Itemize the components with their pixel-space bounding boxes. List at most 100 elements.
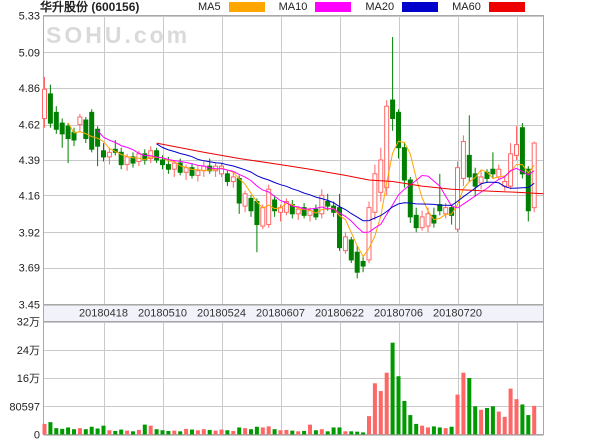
- volume-bar: [143, 425, 147, 435]
- volume-bar: [408, 415, 412, 434]
- svg-text:4.62: 4.62: [19, 120, 40, 132]
- volume-bar: [208, 430, 212, 435]
- volume-bar: [125, 431, 129, 435]
- volume-bar: [261, 427, 265, 434]
- volume-bar: [373, 383, 377, 434]
- volume-bar: [84, 429, 88, 434]
- volume-bar: [166, 431, 170, 435]
- svg-text:3.45: 3.45: [19, 300, 40, 312]
- svg-text:20180720: 20180720: [433, 308, 482, 320]
- svg-text:0: 0: [34, 430, 40, 440]
- volume-bar: [290, 431, 294, 435]
- svg-text:4.16: 4.16: [19, 190, 40, 202]
- volume-bar: [491, 406, 495, 434]
- volume-bar: [515, 399, 519, 434]
- volume-bar: [326, 431, 330, 434]
- stock-chart-widget: 华升股份 (600156) MA5MA10MA20MA60 SOHU.com 5…: [0, 0, 600, 440]
- volume-bar: [214, 431, 218, 435]
- volume-bar: [450, 427, 454, 435]
- volume-bar: [184, 429, 188, 435]
- volume-bar: [137, 430, 141, 435]
- volume-bar: [426, 427, 430, 434]
- svg-text:16万: 16万: [17, 373, 40, 385]
- svg-text:4.39: 4.39: [19, 155, 40, 167]
- volume-bar: [456, 395, 460, 435]
- volume-bar: [178, 431, 182, 434]
- volume-bar: [497, 412, 501, 435]
- volume-bar: [526, 415, 530, 434]
- volume-bar: [361, 432, 365, 434]
- svg-text:20180607: 20180607: [256, 308, 305, 320]
- volume-bar: [391, 343, 395, 435]
- volume-bar: [267, 426, 271, 434]
- volume-bar: [420, 426, 424, 435]
- volume-bar: [220, 430, 224, 435]
- volume-bar: [509, 389, 513, 435]
- volume-bar: [113, 431, 117, 435]
- volume-bar: [349, 431, 353, 434]
- volume-bar: [78, 428, 82, 434]
- volume-bar: [320, 429, 324, 434]
- volume-bar: [343, 431, 347, 434]
- volume-bar: [432, 426, 436, 434]
- volume-bar: [467, 378, 471, 435]
- volume-bar: [60, 429, 64, 435]
- volume-bar: [249, 429, 253, 434]
- candlestick-volume-chart: 5.33 5.09 4.86 4.62 4.39 4.16 3.92 3.69 3.45 32万 2…: [0, 0, 600, 440]
- volume-bar: [237, 427, 241, 434]
- volume-bar: [332, 427, 336, 434]
- volume-bar: [438, 427, 442, 434]
- volume-bar: [196, 430, 200, 434]
- volume-bar: [96, 428, 100, 434]
- svg-text:3.69: 3.69: [19, 263, 40, 275]
- svg-text:5.09: 5.09: [19, 47, 40, 59]
- svg-text:20180510: 20180510: [138, 308, 187, 320]
- volume-bar: [43, 424, 47, 435]
- volume-bar: [473, 406, 477, 434]
- volume-bar: [279, 430, 283, 434]
- volume-bar: [308, 425, 312, 435]
- volume-bar: [54, 428, 58, 434]
- volume-bar: [379, 391, 383, 434]
- volume-bar: [190, 430, 194, 435]
- volume-bar: [149, 426, 153, 435]
- svg-text:4.86: 4.86: [19, 83, 40, 95]
- svg-text:20180524: 20180524: [197, 308, 246, 320]
- volume-bar: [243, 428, 247, 434]
- volume-bar: [338, 427, 342, 434]
- volume-bar: [461, 373, 465, 435]
- svg-text:80597: 80597: [9, 401, 40, 413]
- volume-bar: [273, 429, 277, 434]
- volume-bar: [367, 416, 371, 434]
- volume-bar: [385, 373, 389, 435]
- volume-bar: [520, 404, 524, 434]
- volume-bar: [402, 401, 406, 435]
- volume-bar: [532, 406, 536, 435]
- volume-bar: [161, 430, 165, 434]
- volume-bar: [444, 428, 448, 434]
- svg-text:5.33: 5.33: [19, 11, 40, 23]
- svg-text:20180622: 20180622: [315, 308, 364, 320]
- volume-bar: [255, 427, 259, 435]
- volume-bar: [479, 410, 483, 435]
- volume-bar: [102, 426, 106, 435]
- gridlines: [44, 16, 544, 436]
- volume-bar: [48, 422, 52, 434]
- volume-bar: [66, 427, 70, 434]
- volume-bar: [155, 429, 159, 434]
- volume-bar: [72, 429, 76, 434]
- volume-bar: [172, 431, 176, 435]
- volume-bar: [503, 417, 507, 435]
- svg-text:32万: 32万: [17, 317, 40, 329]
- svg-text:20180418: 20180418: [79, 308, 128, 320]
- volume-bar: [90, 427, 94, 435]
- svg-text:3.92: 3.92: [19, 227, 40, 239]
- svg-text:24万: 24万: [17, 345, 40, 357]
- volume-bar: [397, 376, 401, 434]
- volume-bar: [414, 424, 418, 435]
- volume-bar: [485, 408, 489, 434]
- volume-bar: [225, 430, 229, 434]
- volume-bar: [131, 431, 135, 434]
- volume-bar: [296, 431, 300, 434]
- volume-bar: [314, 430, 318, 434]
